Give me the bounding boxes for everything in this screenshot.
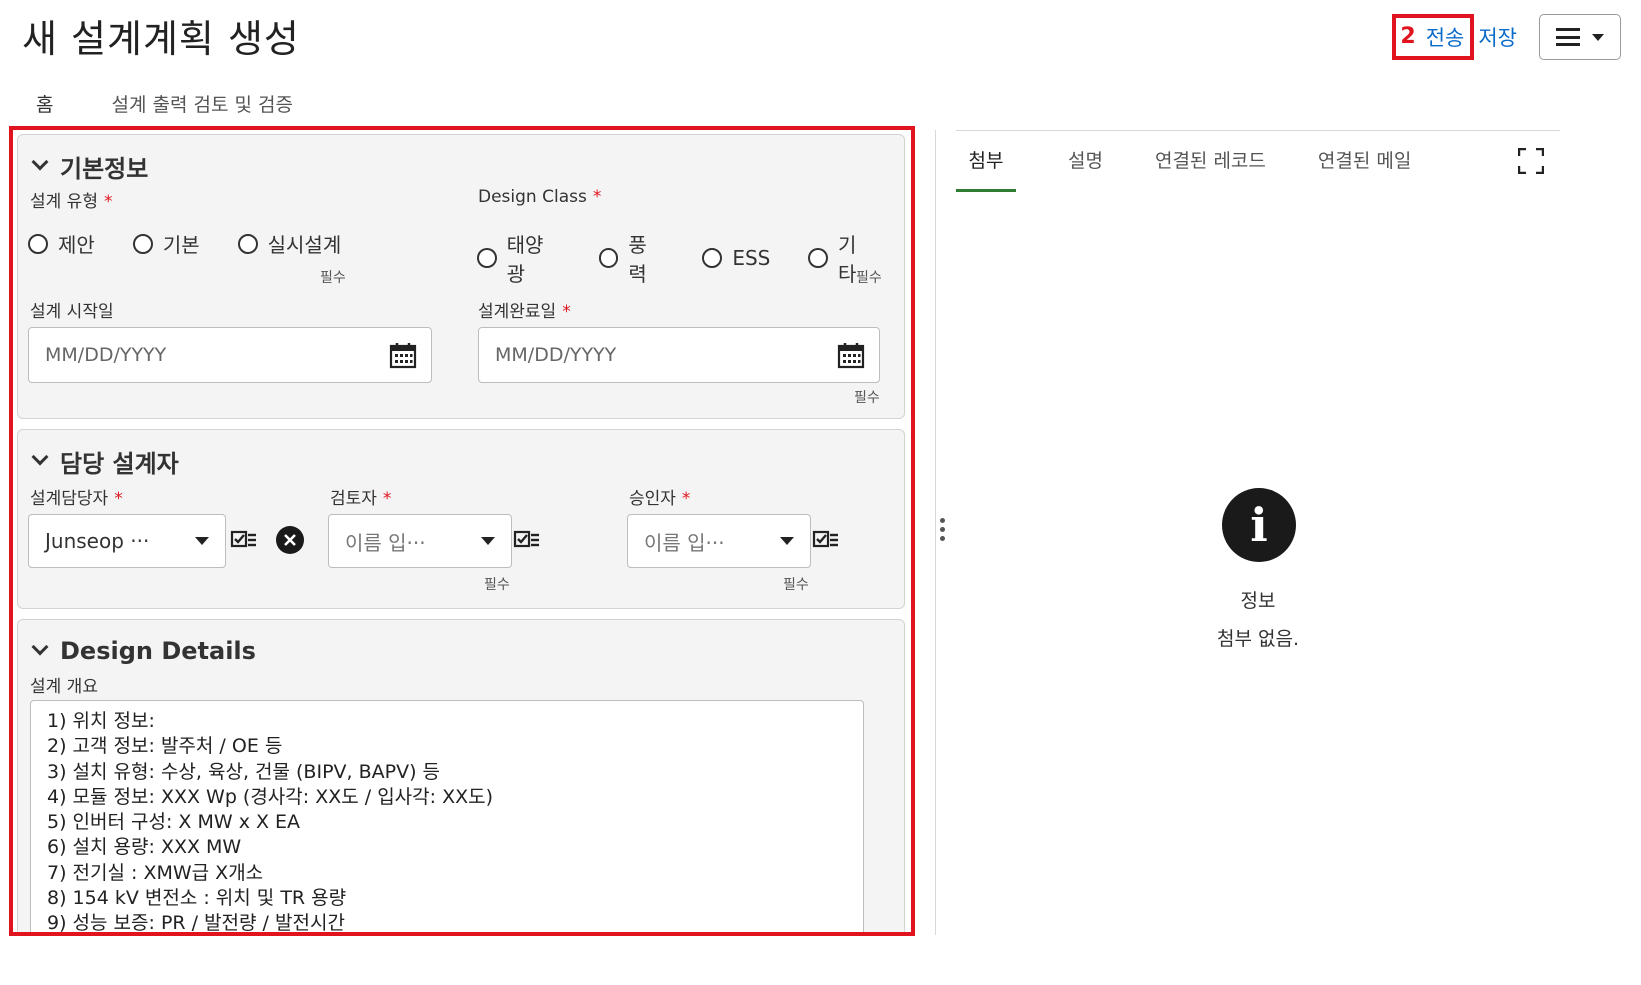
send-highlight: 2 전송 bbox=[1392, 14, 1475, 60]
radio-detailed[interactable]: 실시설계 bbox=[237, 229, 341, 258]
hamburger-icon bbox=[1556, 28, 1580, 46]
reviewer-select[interactable]: 이름 입··· bbox=[328, 514, 512, 568]
design-type-hint: 필수 bbox=[320, 270, 346, 286]
empty-state-message: 첨부 없음. bbox=[1217, 628, 1299, 650]
design-type-radio-group: 제안 기본 실시설계 bbox=[28, 229, 371, 258]
start-date-input[interactable]: MM/DD/YYYY bbox=[28, 327, 432, 383]
panel-divider bbox=[935, 130, 936, 935]
owner-select[interactable]: Junseop ··· bbox=[28, 514, 226, 568]
radio-proposal[interactable]: 제안 bbox=[28, 229, 95, 258]
end-date-hint: 필수 bbox=[854, 390, 880, 406]
page-title: 새 설계계획 생성 bbox=[22, 17, 300, 61]
tab-linked-mail[interactable]: 연결된 메일 bbox=[1318, 130, 1411, 192]
side-panel-tabs: 첨부 설명 연결된 레코드 연결된 메일 bbox=[956, 130, 1411, 192]
dropdown-caret-icon bbox=[780, 537, 794, 545]
section-basic-info: 기본정보 설계 유형 * 제안 기본 실시설계 필수 Design Class * … bbox=[17, 134, 905, 419]
tab-linked-records[interactable]: 연결된 레코드 bbox=[1155, 130, 1266, 192]
approver-select[interactable]: 이름 입··· bbox=[627, 514, 811, 568]
tab-design-output-review[interactable]: 설계 출력 검토 및 검증 bbox=[111, 86, 292, 121]
radio-ess[interactable]: ESS bbox=[702, 246, 770, 270]
page-tabs: 홈 설계 출력 검토 및 검증 bbox=[36, 86, 293, 121]
approver-label: 승인자 * bbox=[629, 489, 691, 509]
design-class-radio-group: 태양광 풍력 ESS 기타 bbox=[477, 229, 904, 287]
save-button[interactable]: 저장 bbox=[1478, 22, 1517, 52]
design-class-label: Design Class * bbox=[478, 187, 602, 207]
summary-textarea[interactable]: 1) 위치 정보: 2) 고객 정보: 발주처 / OE 등 3) 설치 유형:… bbox=[30, 700, 864, 932]
dropdown-caret-icon bbox=[481, 537, 495, 545]
radio-basic[interactable]: 기본 bbox=[132, 229, 200, 258]
dropdown-caret-icon bbox=[195, 537, 209, 545]
design-type-label: 설계 유형 * bbox=[30, 192, 113, 212]
actions-menu-button[interactable] bbox=[1539, 14, 1621, 60]
section-title: Design Details bbox=[60, 637, 256, 665]
header-actions: 2 전송 저장 bbox=[1392, 12, 1621, 62]
reviewer-hint: 필수 bbox=[484, 577, 510, 593]
caret-down-icon bbox=[1592, 33, 1604, 41]
tab-home[interactable]: 홈 bbox=[36, 86, 53, 121]
radio-solar[interactable]: 태양광 bbox=[477, 229, 561, 287]
chevron-down-icon bbox=[31, 448, 49, 466]
annotation-marker-2: 2 bbox=[1400, 24, 1416, 49]
empty-state-title: 정보 bbox=[1240, 590, 1276, 612]
drag-handle-icon[interactable] bbox=[940, 518, 945, 541]
section-title: 담당 설계자 bbox=[60, 449, 179, 478]
summary-label: 설계 개요 bbox=[30, 677, 98, 697]
section-designer: 담당 설계자 설계담당자* Junseop ··· 검토자* 이름 입··· bbox=[17, 429, 905, 609]
send-button[interactable]: 전송 bbox=[1426, 22, 1465, 52]
tab-description[interactable]: 설명 bbox=[1068, 130, 1103, 192]
clear-icon[interactable] bbox=[276, 526, 304, 554]
expand-icon[interactable] bbox=[1518, 148, 1544, 174]
calendar-icon[interactable] bbox=[837, 341, 865, 369]
owner-label: 설계담당자 * bbox=[30, 489, 123, 509]
start-date-label: 설계 시작일 bbox=[30, 302, 114, 322]
chevron-down-icon bbox=[31, 638, 49, 656]
form-panel: 1 기본정보 설계 유형* 제안 기본 실시설계 필수 Design Class… bbox=[9, 126, 915, 936]
calendar-icon[interactable] bbox=[389, 341, 417, 369]
chevron-down-icon bbox=[31, 153, 49, 171]
end-date-label: 설계완료일 * bbox=[478, 302, 571, 322]
section-title: 기본정보 bbox=[60, 154, 149, 183]
reviewer-label: 검토자 * bbox=[330, 489, 392, 509]
approver-hint: 필수 bbox=[783, 577, 809, 593]
info-icon: i bbox=[1222, 488, 1296, 562]
side-panel: 첨부 설명 연결된 레코드 연결된 메일 i 정보 첨부 없음. bbox=[956, 130, 1560, 935]
design-class-hint: 필수 bbox=[856, 270, 882, 286]
list-check-icon[interactable] bbox=[513, 528, 541, 552]
tab-attachments[interactable]: 첨부 bbox=[956, 130, 1016, 192]
section-header-design-details[interactable]: Design Details bbox=[18, 620, 904, 668]
end-date-input[interactable]: MM/DD/YYYY bbox=[478, 327, 880, 383]
list-check-icon[interactable] bbox=[812, 528, 840, 552]
section-design-details: Design Details 설계 개요 1) 위치 정보: 2) 고객 정보:… bbox=[17, 619, 905, 932]
section-header-basic-info[interactable]: 기본정보 bbox=[18, 135, 904, 183]
radio-wind[interactable]: 풍력 bbox=[598, 229, 665, 287]
section-header-designer[interactable]: 담당 설계자 bbox=[18, 430, 904, 478]
list-check-icon[interactable] bbox=[230, 528, 258, 552]
